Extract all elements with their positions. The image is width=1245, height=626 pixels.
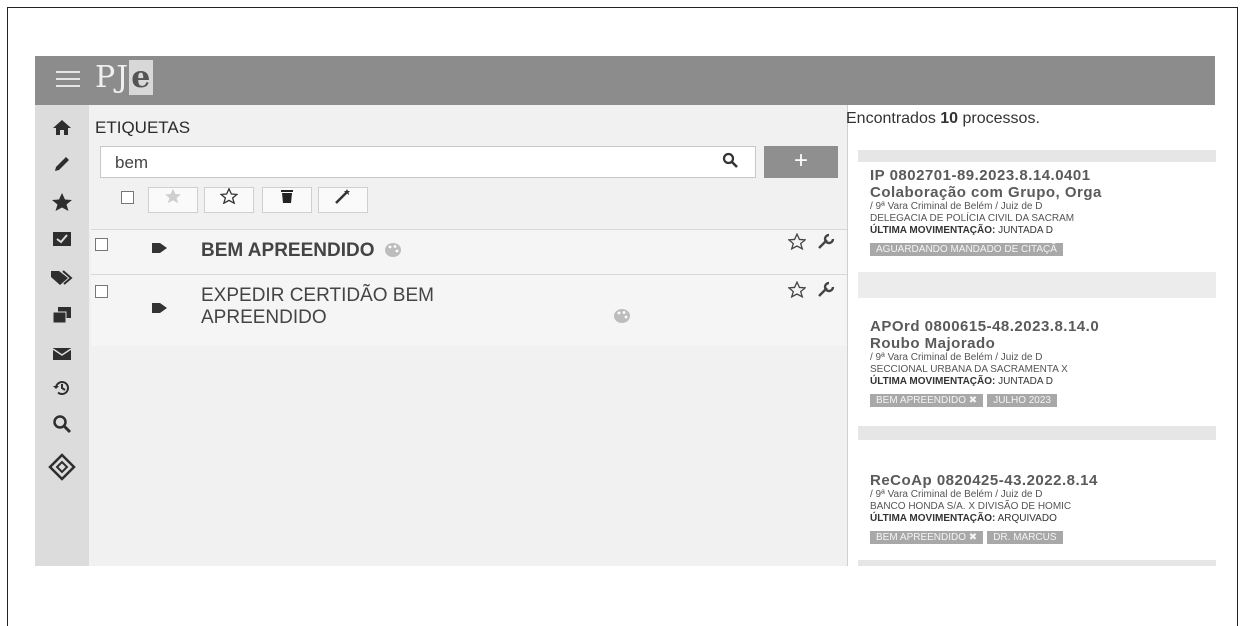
row-checkbox[interactable]: [95, 238, 108, 251]
row-actions: [787, 232, 835, 255]
process-court: / 9ª Vara Criminal de Belém / Juiz de D: [870, 352, 1043, 363]
tag-label[interactable]: BEM APREENDIDO: [201, 240, 402, 262]
delete-button[interactable]: [262, 187, 312, 213]
process-tag-chip[interactable]: BEM APREENDIDO ✖: [870, 394, 984, 407]
card-separator: [858, 560, 1216, 566]
process-subject: Roubo Majorado: [870, 335, 996, 352]
tag-label[interactable]: EXPEDIR CERTIDÃO BEM APREENDIDO: [201, 285, 434, 329]
diamond-logo-icon[interactable]: [35, 453, 89, 483]
pencil-icon[interactable]: [35, 153, 89, 183]
tag-row[interactable]: EXPEDIR CERTIDÃO BEM APREENDIDO: [91, 274, 847, 346]
process-card[interactable]: ReCoAp 0820425-43.2022.8.14 / 9ª Vara Cr…: [870, 472, 1216, 545]
card-separator: [858, 426, 1216, 440]
card-separator: [858, 150, 1216, 162]
favorite-star-icon[interactable]: [787, 280, 808, 299]
process-number[interactable]: APOrd 0800615-48.2023.8.14.0: [870, 318, 1216, 335]
process-number[interactable]: IP 0802701-89.2023.8.14.0401: [870, 167, 1216, 184]
star-outline-icon: [219, 187, 239, 205]
last-movement: ÚLTIMA MOVIMENTAÇÃO: JUNTADA D: [870, 225, 1053, 236]
hamburger-menu-icon[interactable]: [56, 71, 80, 89]
process-parties: BANCO HONDA S/A. X DIVISÃO DE HOMIC: [870, 501, 1072, 512]
row-checkbox[interactable]: [95, 285, 108, 298]
tag-icon: [151, 301, 169, 319]
wrench-icon[interactable]: [817, 233, 835, 250]
process-card[interactable]: APOrd 0800615-48.2023.8.14.0 Roubo Major…: [870, 318, 1216, 408]
favorite-outline-button[interactable]: [204, 187, 254, 213]
home-icon[interactable]: [35, 115, 89, 145]
favorite-filled-button[interactable]: [148, 187, 198, 213]
process-number[interactable]: ReCoAp 0820425-43.2022.8.14: [870, 472, 1216, 489]
process-tag-chip[interactable]: DR. MARCUS: [987, 531, 1063, 544]
process-tag-chip[interactable]: BEM APREENDIDO ✖: [870, 531, 984, 544]
add-tag-button[interactable]: +: [764, 146, 838, 178]
process-court: / 9ª Vara Criminal de Belém / Juiz de D: [870, 489, 1043, 500]
star-icon[interactable]: [35, 191, 89, 221]
top-bar: [35, 56, 1215, 105]
magic-wand-icon: [335, 189, 350, 204]
history-icon[interactable]: [35, 377, 89, 407]
palette-icon[interactable]: [613, 308, 631, 329]
magnifier-icon: [722, 152, 738, 168]
process-tag-chip[interactable]: JULHO 2023: [987, 394, 1057, 407]
last-movement: ÚLTIMA MOVIMENTAÇÃO: JUNTADA D: [870, 376, 1053, 387]
inbox-check-icon[interactable]: [35, 227, 89, 257]
tags-icon[interactable]: [35, 265, 89, 295]
last-movement: ÚLTIMA MOVIMENTAÇÃO: ARQUIVADO: [870, 513, 1057, 524]
tag-search-input[interactable]: bem: [100, 146, 756, 178]
process-tag-chip[interactable]: AGUARDANDO MANDADO DE CITAÇÃ: [870, 243, 1063, 256]
magic-wand-button[interactable]: [318, 187, 368, 213]
search-button[interactable]: [705, 146, 755, 178]
star-filled-icon: [165, 188, 181, 204]
favorite-star-icon[interactable]: [787, 232, 808, 251]
select-all-checkbox[interactable]: [121, 191, 134, 204]
process-card[interactable]: IP 0802701-89.2023.8.14.0401 Colaboração…: [870, 167, 1216, 257]
search-icon[interactable]: [35, 413, 89, 443]
trash-icon: [281, 190, 293, 203]
tag-row[interactable]: BEM APREENDIDO: [91, 229, 847, 274]
card-separator: [858, 272, 1216, 298]
tag-icon: [151, 241, 169, 259]
app-logo[interactable]: PJe: [95, 60, 154, 95]
palette-icon[interactable]: [384, 242, 402, 258]
wrench-icon[interactable]: [817, 281, 835, 298]
clone-icon[interactable]: [35, 303, 89, 333]
results-count: Encontrados 10 processos.: [846, 110, 1040, 127]
process-parties: SECCIONAL URBANA DA SACRAMENTA X: [870, 364, 1068, 375]
process-court: / 9ª Vara Criminal de Belém / Juiz de D: [870, 201, 1043, 212]
left-nav: [35, 105, 90, 566]
envelope-icon[interactable]: [35, 341, 89, 371]
panel-title: ETIQUETAS: [95, 118, 191, 137]
process-subject: Colaboração com Grupo, Orga: [870, 184, 1102, 201]
process-parties: DELEGACIA DE POLÍCIA CIVIL DA SACRAM: [870, 213, 1075, 224]
row-actions: [787, 280, 835, 303]
